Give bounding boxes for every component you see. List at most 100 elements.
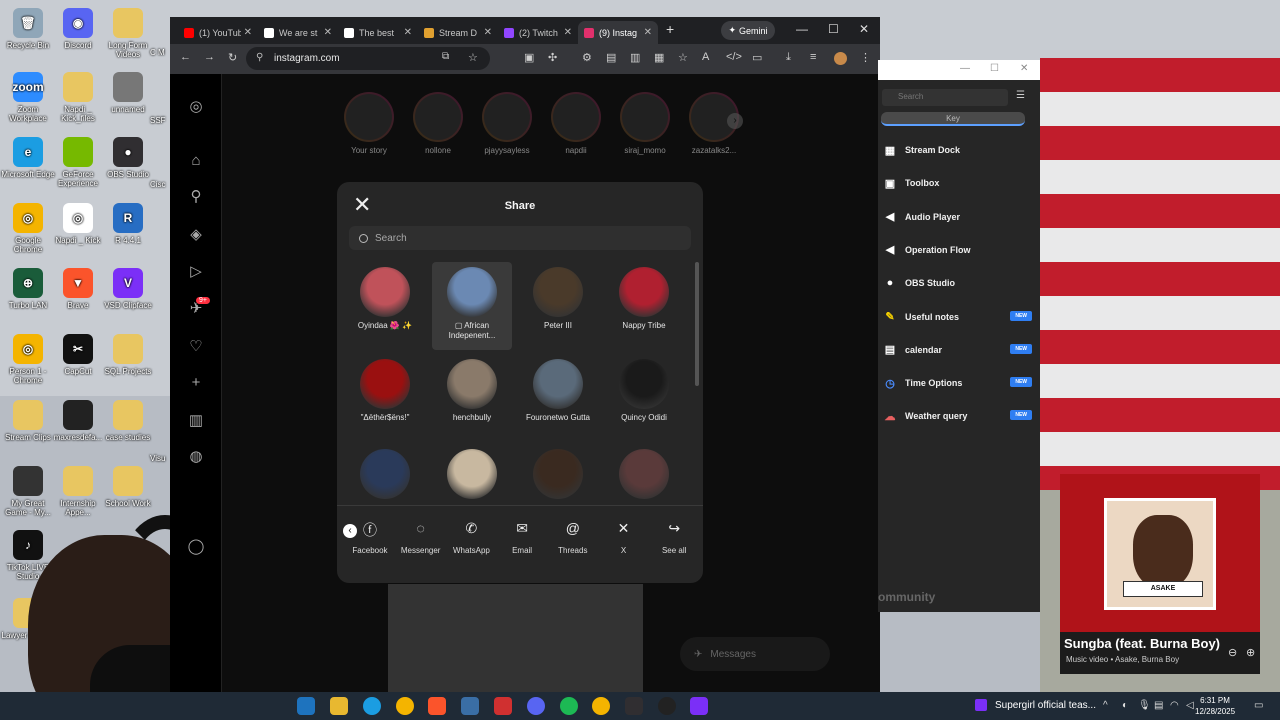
desktop-icon-partial[interactable]: SSF <box>150 116 170 125</box>
chrome-icon[interactable] <box>396 697 414 715</box>
share-recipient[interactable] <box>345 444 425 503</box>
site-info-icon[interactable]: ⚲ <box>256 52 263 63</box>
share-search-input[interactable]: Search <box>349 226 691 250</box>
share-target-see-all[interactable]: ↪ See all <box>649 520 699 555</box>
expand-icon[interactable]: ⊕ <box>1246 646 1255 659</box>
extension-icon-2[interactable]: ⚙ <box>582 51 592 64</box>
desktop-icon[interactable]: ◎ Napdi _ Kick <box>50 203 106 245</box>
desktop-icon[interactable]: ✂ CapCut <box>50 334 106 376</box>
desktop-icon-partial[interactable]: Cisc <box>150 180 170 189</box>
devtools-icon[interactable]: </> <box>726 51 742 63</box>
share-target-x[interactable]: ✕ X <box>599 520 649 555</box>
profile-icon[interactable]: ◍ <box>187 448 205 466</box>
messages-pill[interactable]: ✈ Messages <box>680 637 830 671</box>
minimize-button[interactable]: — <box>796 22 808 36</box>
tray-app-icon[interactable]: ◐ <box>1122 700 1128 711</box>
edge-icon[interactable] <box>363 697 381 715</box>
taskbar-app-icon-3[interactable] <box>494 697 512 715</box>
share-recipient[interactable] <box>604 444 684 503</box>
desktop-icon[interactable]: Stream Clips <box>0 400 56 442</box>
network-icon[interactable]: ▤ <box>1154 700 1163 711</box>
story-item[interactable]: nollone <box>410 92 466 155</box>
desktop-icon[interactable]: SQL Projects <box>100 334 156 376</box>
translate-icon[interactable]: A <box>702 51 709 63</box>
desktop-icon[interactable]: Napdi _ Kick_files <box>50 72 106 123</box>
install-app-icon[interactable]: ⧉ <box>442 51 449 62</box>
taskbar-media-title[interactable]: Supergirl official teas... <box>995 700 1096 711</box>
volume-icon[interactable]: ◁ <box>1186 700 1194 711</box>
desktop-icon[interactable]: Long Form Videos <box>100 8 156 59</box>
dock-close-button[interactable]: ✕ <box>1020 63 1028 74</box>
dock-item[interactable]: ✎ Useful notes NEW <box>882 306 1038 328</box>
share-recipient[interactable]: Oyindaa 🌺 ✨ <box>345 262 425 331</box>
search-icon[interactable]: ⚲ <box>187 188 205 206</box>
download-icon[interactable]: ⤓ <box>786 51 791 64</box>
chrome-icon-2[interactable] <box>592 697 610 715</box>
back-icon[interactable]: ← <box>180 51 191 63</box>
desktop-icon[interactable]: case studies <box>100 400 156 442</box>
bookmark-star-icon[interactable]: ☆ <box>468 51 478 64</box>
wifi-icon[interactable]: ◠ <box>1170 700 1179 711</box>
extensions-puzzle-icon[interactable]: ✣ <box>548 51 557 64</box>
desktop-icon[interactable]: ◉ Discord <box>50 8 106 50</box>
extension-icon-5[interactable]: ▦ <box>654 51 664 64</box>
vsd-icon[interactable] <box>690 697 708 715</box>
desktop-icon[interactable]: e Microsoft Edge <box>0 137 56 179</box>
dock-item[interactable]: ☁ Weather query NEW <box>882 405 1038 427</box>
profile-avatar[interactable] <box>834 52 847 65</box>
share-target-threads[interactable]: @ Threads <box>548 520 598 555</box>
share-recipient[interactable]: Peter III <box>518 262 598 331</box>
story-item[interactable]: pjayysayless <box>479 92 535 155</box>
tray-chevron-icon[interactable]: ^ <box>1103 700 1108 711</box>
share-recipient[interactable]: Quincy Odidi <box>604 354 684 423</box>
stories-next-icon[interactable]: › <box>727 113 743 129</box>
share-recipient[interactable]: Nappy Tribe <box>604 262 684 331</box>
share-recipient[interactable]: henchbully <box>432 354 512 423</box>
minimize-icon[interactable]: ⊖ <box>1228 646 1237 659</box>
scrollbar[interactable] <box>695 262 699 386</box>
dock-list-icon[interactable]: ☰ <box>1016 90 1025 101</box>
taskbar-app-icon-2[interactable] <box>461 697 479 715</box>
taskbar-clock[interactable]: 6:31 PM 12/28/2025 <box>1195 695 1235 717</box>
taskbar-app-icon-4[interactable] <box>658 697 676 715</box>
explore-icon[interactable]: ◈ <box>187 226 205 244</box>
desktop-icon[interactable]: GeForce Experience <box>50 137 106 188</box>
tab-close-icon[interactable]: ✕ <box>244 27 252 38</box>
tab-close-icon[interactable]: ✕ <box>324 27 332 38</box>
extension-icon-6[interactable]: ☆ <box>678 51 688 64</box>
dock-minimize-button[interactable]: — <box>960 63 970 74</box>
gemini-button[interactable]: ✦ Gemini <box>721 21 775 40</box>
taskbar-app-icon[interactable] <box>297 697 315 715</box>
file-explorer-icon[interactable] <box>330 697 348 715</box>
dock-item[interactable]: ▤ calendar NEW <box>882 339 1038 361</box>
desktop-icon-partial[interactable]: C M <box>150 48 170 57</box>
obs-icon[interactable] <box>625 697 643 715</box>
tab-close-icon[interactable]: ✕ <box>644 27 652 38</box>
instagram-logo-icon[interactable]: ◎ <box>187 98 205 116</box>
notifications-heart-icon[interactable]: ♡ <box>187 338 205 356</box>
dock-item[interactable]: ▦ Stream Dock <box>882 139 1038 161</box>
create-plus-icon[interactable]: + <box>187 374 205 392</box>
menu-kebab-icon[interactable]: ⋮ <box>860 51 871 64</box>
story-item[interactable]: napdii <box>548 92 604 155</box>
home-icon[interactable]: ⌂ <box>187 152 205 170</box>
extension-icon-3[interactable]: ▤ <box>606 51 616 64</box>
tab-close-icon[interactable]: ✕ <box>564 27 572 38</box>
dock-search-input[interactable]: Search <box>882 89 1008 106</box>
reload-icon[interactable]: ↻ <box>228 51 237 64</box>
dock-item[interactable]: ◷ Time Options NEW <box>882 372 1038 394</box>
extension-icon-4[interactable]: ▥ <box>630 51 640 64</box>
desktop-icon[interactable]: zoom Zoom Workplace <box>0 72 56 123</box>
browser-tab[interactable]: (1) YouTube✕ <box>178 21 258 44</box>
browser-tab[interactable]: Stream D ✕ <box>418 21 498 44</box>
desktop-icon[interactable]: ◎ Person 1 - Chrome <box>0 334 56 385</box>
spotify-icon[interactable] <box>560 697 578 715</box>
share-recipient[interactable]: ▢ African Indepenent... <box>432 262 512 350</box>
address-bar[interactable]: ⚲ instagram.com ☆ ⧉ <box>246 47 490 70</box>
maximize-button[interactable]: ☐ <box>828 22 839 36</box>
extension-icon-1[interactable]: ▣ <box>524 51 534 64</box>
discord-icon[interactable] <box>527 697 545 715</box>
tab-close-icon[interactable]: ✕ <box>484 27 492 38</box>
dashboard-icon[interactable]: ▥ <box>187 412 205 430</box>
desktop-icon[interactable]: unnamed <box>100 72 156 114</box>
